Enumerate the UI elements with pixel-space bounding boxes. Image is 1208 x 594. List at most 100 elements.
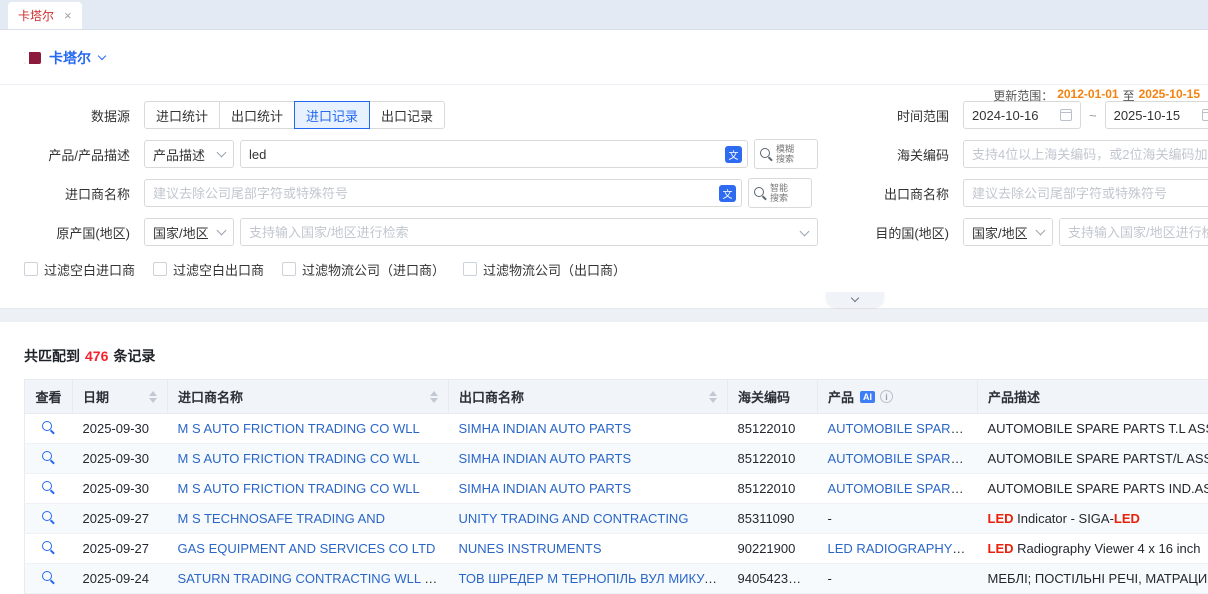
- checkbox[interactable]: [24, 262, 38, 276]
- record-date: 2025-09-30: [73, 444, 168, 474]
- importer-link[interactable]: M S TECHNOSAFE TRADING AND: [178, 511, 386, 526]
- tab-label: 卡塔尔: [18, 7, 54, 24]
- exporter-link[interactable]: SIMHA INDIAN AUTO PARTS: [459, 481, 632, 496]
- smart-search-label: 智能搜索: [770, 183, 790, 203]
- importer-input[interactable]: [144, 179, 742, 207]
- date-to-value: 2025-10-15: [1114, 108, 1181, 123]
- importer-link[interactable]: SATURN TRADING CONTRACTING WLL BUI...: [178, 571, 449, 586]
- importer-link[interactable]: M S AUTO FRICTION TRADING CO WLL: [178, 451, 420, 466]
- importer-link[interactable]: M S AUTO FRICTION TRADING CO WLL: [178, 481, 420, 496]
- importer-link[interactable]: GAS EQUIPMENT AND SERVICES CO LTD: [178, 541, 436, 556]
- hs-code: 90221900: [728, 534, 818, 564]
- filter-checkbox-row: 过滤空白进口商 过滤空白出口商 过滤物流公司（进口商） 过滤物流公司（出口商）: [0, 260, 1208, 278]
- date-to-input[interactable]: 2025-10-15: [1105, 101, 1208, 129]
- filter-blank-exporter[interactable]: 过滤空白出口商: [153, 260, 264, 279]
- country-title: 卡塔尔: [49, 48, 91, 68]
- results-count: 476: [85, 348, 108, 364]
- checkbox[interactable]: [463, 262, 477, 276]
- table-row: 2025-09-30 M S AUTO FRICTION TRADING CO W…: [25, 414, 1208, 444]
- origin-type-select[interactable]: 国家/地区: [144, 218, 234, 246]
- product-search-input[interactable]: [240, 140, 748, 168]
- collapse-chevron-icon: [851, 294, 859, 302]
- destination-type-select[interactable]: 国家/地区: [963, 218, 1053, 246]
- chevron-down-icon: [1036, 225, 1046, 235]
- results-section: 共匹配到 476 条记录 查看 日期 进口商名称: [0, 322, 1208, 594]
- product-description: AUTOMOBILE SPARE PARTS IND.ASS...: [978, 474, 1208, 504]
- destination-label: 目的国(地区): [812, 223, 963, 242]
- checkbox[interactable]: [153, 262, 167, 276]
- filter-panel: 更新范围： 2012-01-01 至 2025-10-15 数据源 进口统计 出…: [0, 85, 1208, 308]
- view-record-icon[interactable]: [42, 481, 55, 494]
- update-range-to: 2025-10-15: [1139, 87, 1200, 104]
- product-field-select[interactable]: 产品描述: [144, 140, 234, 168]
- time-range-label: 时间范围: [812, 106, 963, 125]
- smart-search-toggle[interactable]: 智能搜索: [748, 178, 812, 208]
- chevron-down-icon: [217, 147, 227, 157]
- btn-export-statistics[interactable]: 出口统计: [219, 101, 295, 129]
- record-date: 2025-09-24: [73, 564, 168, 594]
- product-description: AUTOMOBILE SPARE PARTST/L ASSY ...: [978, 444, 1208, 474]
- view-record-icon[interactable]: [42, 511, 55, 524]
- btn-export-records[interactable]: 出口记录: [369, 101, 445, 129]
- checkbox[interactable]: [282, 262, 296, 276]
- chevron-down-icon: [217, 225, 227, 235]
- record-date: 2025-09-27: [73, 534, 168, 564]
- filter-logistics-exporter[interactable]: 过滤物流公司（出口商）: [463, 260, 626, 279]
- update-range-label: 更新范围：: [993, 87, 1053, 104]
- product-link[interactable]: AUTOMOBILE SPARE P...: [828, 421, 978, 436]
- collapse-filters-button[interactable]: [826, 292, 884, 307]
- exporter-label: 出口商名称: [812, 184, 963, 203]
- record-date: 2025-09-30: [73, 414, 168, 444]
- date-from-input[interactable]: 2024-10-16: [963, 101, 1081, 129]
- filter-row-datasource: 数据源 进口统计 出口统计 进口记录 出口记录 时间范围 2024-10-16 …: [0, 101, 1208, 129]
- importer-label: 进口商名称: [0, 184, 144, 203]
- exporter-link[interactable]: SIMHA INDIAN AUTO PARTS: [459, 451, 632, 466]
- translate-icon[interactable]: 文: [719, 185, 736, 202]
- view-record-icon[interactable]: [42, 421, 55, 434]
- country-header: 卡塔尔: [0, 30, 1208, 85]
- product-link[interactable]: AUTOMOBILE SPARE P...: [828, 481, 978, 496]
- exporter-link[interactable]: UNITY TRADING AND CONTRACTING: [459, 511, 689, 526]
- fuzzy-search-toggle[interactable]: 模糊搜索: [754, 139, 818, 169]
- sort-importer-icon[interactable]: [430, 391, 438, 403]
- col-header-description: 产品描述: [978, 380, 1208, 414]
- sort-exporter-icon[interactable]: [709, 391, 717, 403]
- product-link[interactable]: LED RADIOGRAPHY VI...: [828, 541, 978, 556]
- filter-row-product: 产品/产品描述 产品描述 文 模糊搜索 海关编码: [0, 140, 1208, 168]
- exporter-input[interactable]: [963, 179, 1208, 207]
- btn-import-statistics[interactable]: 进口统计: [144, 101, 220, 129]
- col-header-hs-code: 海关编码: [728, 380, 818, 414]
- update-range: 更新范围： 2012-01-01 至 2025-10-15: [993, 87, 1200, 104]
- info-icon[interactable]: i: [880, 390, 893, 403]
- filter-blank-importer[interactable]: 过滤空白进口商: [24, 260, 135, 279]
- exporter-link[interactable]: SIMHA INDIAN AUTO PARTS: [459, 421, 632, 436]
- translate-icon[interactable]: 文: [725, 146, 742, 163]
- hs-code-input[interactable]: [963, 140, 1208, 168]
- table-row: 2025-09-30 M S AUTO FRICTION TRADING CO W…: [25, 444, 1208, 474]
- exporter-link[interactable]: NUNES INSTRUMENTS: [459, 541, 602, 556]
- product-link[interactable]: AUTOMOBILE SPARE P...: [828, 451, 978, 466]
- col-header-view: 查看: [25, 380, 73, 414]
- view-record-icon[interactable]: [42, 541, 55, 554]
- tab-qatar[interactable]: 卡塔尔 ×: [8, 2, 82, 29]
- col-header-date: 日期: [73, 380, 168, 414]
- btn-import-records[interactable]: 进口记录: [294, 101, 370, 129]
- exporter-link[interactable]: ТОВ ШРЕДЕР М ТЕРНОПІЛЬ ВУЛ МИКУЛИ...: [459, 571, 728, 586]
- col-header-product: 产品 AI i: [818, 380, 978, 414]
- product-description: LED Indicator - SIGA-LED: [978, 504, 1208, 534]
- sort-date-icon[interactable]: [149, 391, 157, 403]
- col-header-importer: 进口商名称: [168, 380, 449, 414]
- view-record-icon[interactable]: [42, 571, 55, 584]
- importer-link[interactable]: M S AUTO FRICTION TRADING CO WLL: [178, 421, 420, 436]
- filter-logistics-importer[interactable]: 过滤物流公司（进口商）: [282, 260, 445, 279]
- filter-row-importer: 进口商名称 文 智能搜索 出口商名称: [0, 179, 1208, 207]
- origin-type-value: 国家/地区: [153, 223, 209, 242]
- fuzzy-search-label: 模糊搜索: [776, 144, 796, 164]
- col-header-exporter: 出口商名称: [449, 380, 728, 414]
- view-record-icon[interactable]: [42, 451, 55, 464]
- origin-country-input[interactable]: [240, 218, 818, 246]
- tab-close-icon[interactable]: ×: [64, 9, 72, 22]
- destination-country-input[interactable]: [1059, 218, 1208, 246]
- country-chevron-down-icon[interactable]: [98, 52, 106, 60]
- table-row: 2025-09-24 SATURN TRADING CONTRACTING WLL…: [25, 564, 1208, 594]
